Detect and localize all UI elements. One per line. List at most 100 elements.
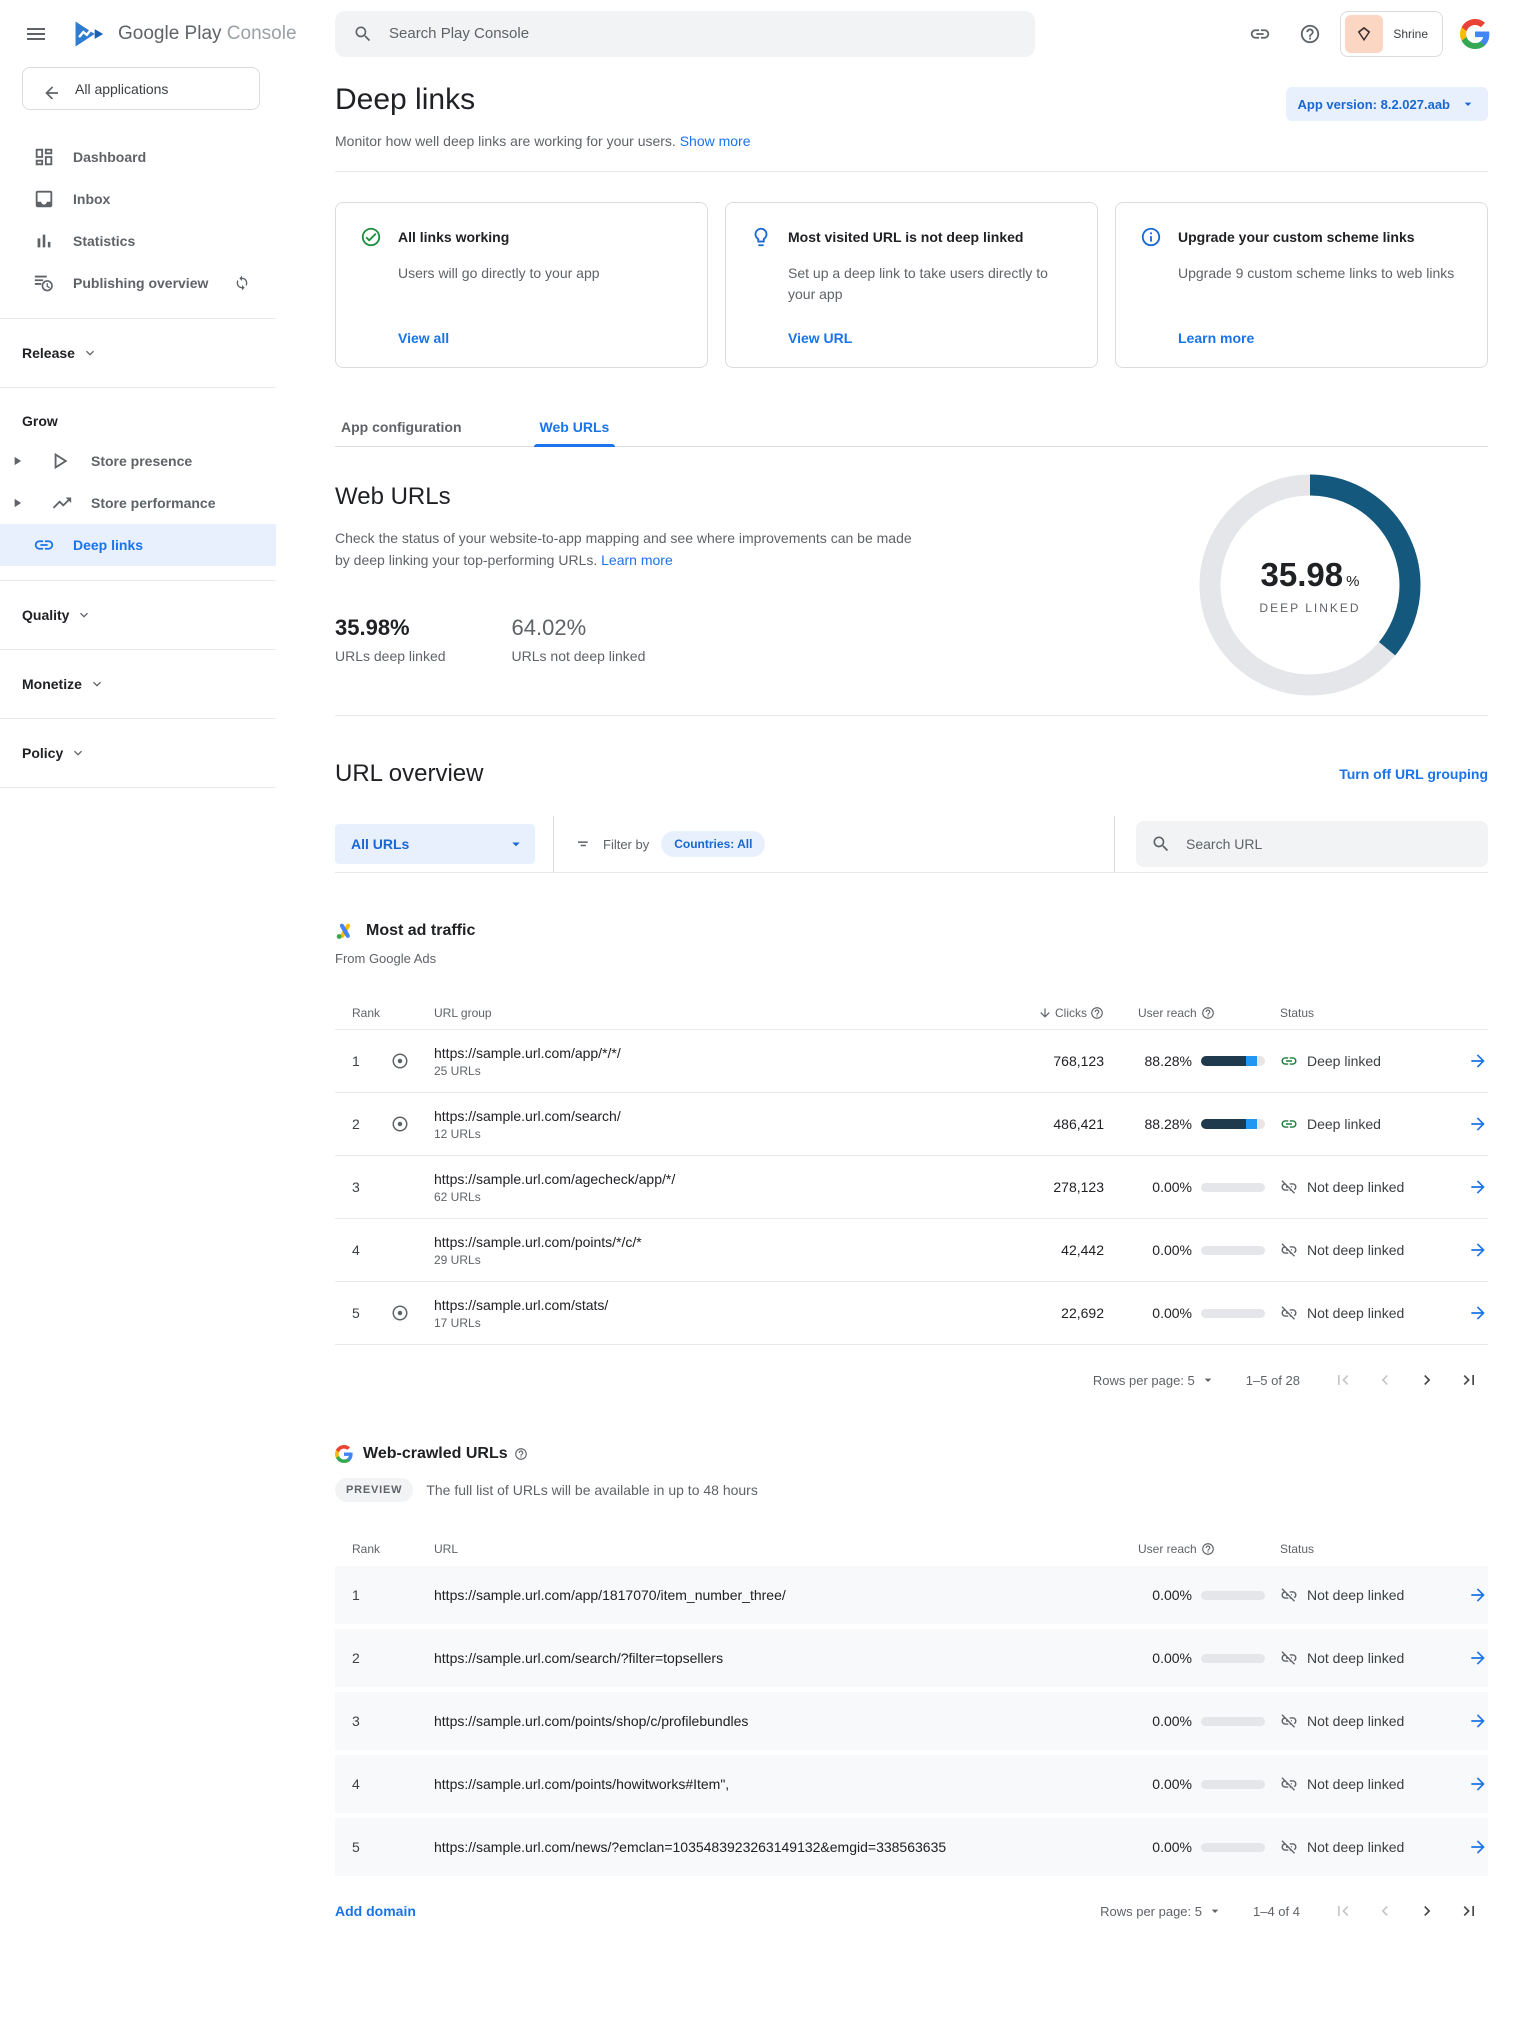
rows-per-page-dropdown[interactable]: Rows per page: 5 [1093, 1372, 1216, 1388]
status-badge: Not deep linked [1280, 1775, 1455, 1793]
back-arrow-icon [38, 79, 58, 99]
sidebar-item-store-presence[interactable]: Store presence [0, 440, 276, 482]
url-search[interactable] [1136, 821, 1488, 867]
clicks-value: 22,692 [1004, 1305, 1104, 1321]
learn-more-link[interactable]: Learn more [601, 552, 673, 568]
sidebar-item-store-performance[interactable]: Store performance [0, 482, 276, 524]
table-row[interactable]: 4 https://sample.url.com/points/howitwor… [335, 1755, 1488, 1813]
divider [0, 580, 276, 581]
status-badge: Not deep linked [1280, 1649, 1455, 1667]
open-row-button[interactable] [1468, 1114, 1488, 1134]
table-row[interactable]: 1 https://sample.url.com/app/*/*/ 25 URL… [335, 1030, 1488, 1093]
open-row-button[interactable] [1468, 1585, 1488, 1605]
all-applications-button[interactable]: All applications [22, 67, 260, 110]
rank: 5 [335, 1305, 391, 1321]
open-row-button[interactable] [1468, 1774, 1488, 1794]
help-icon[interactable] [1090, 1006, 1104, 1020]
table-row[interactable]: 3 https://sample.url.com/agecheck/app/*/… [335, 1156, 1488, 1219]
reach-value: 88.28% [1104, 1053, 1192, 1069]
google-account-avatar[interactable] [1457, 16, 1493, 52]
url: https://sample.url.com/news/?emclan=1035… [434, 1839, 1104, 1855]
first-page-icon[interactable] [1324, 1892, 1362, 1930]
countries-filter-chip[interactable]: Countries: All [661, 831, 765, 857]
filter-icon [575, 835, 593, 853]
column-clicks[interactable]: Clicks [1004, 1006, 1104, 1020]
turn-off-url-grouping-link[interactable]: Turn off URL grouping [1339, 766, 1488, 782]
statistics-icon [33, 230, 55, 252]
url-group: https://sample.url.com/agecheck/app/*/ [434, 1171, 1004, 1187]
app-logo[interactable]: Google Play Console [72, 17, 314, 51]
divider [0, 387, 276, 388]
previous-page-icon[interactable] [1366, 1892, 1404, 1930]
learn-more-link[interactable]: Learn more [1178, 330, 1254, 346]
link-icon [1280, 1115, 1298, 1133]
open-row-button[interactable] [1468, 1303, 1488, 1323]
url-type-dropdown[interactable]: All URLs [335, 824, 535, 864]
sidebar-item-publishing-overview[interactable]: Publishing overview [0, 262, 276, 304]
sidebar-section-monetize[interactable]: Monetize [0, 664, 276, 704]
table-row[interactable]: 2 https://sample.url.com/search/?filter=… [335, 1629, 1488, 1687]
url-count: 29 URLs [434, 1253, 1004, 1267]
top-actions: Shrine [1240, 11, 1493, 57]
web-crawled-title: Web-crawled URLs [363, 1445, 508, 1463]
open-row-button[interactable] [1468, 1648, 1488, 1668]
sidebar-item-dashboard[interactable]: Dashboard [0, 136, 276, 178]
next-page-icon[interactable] [1408, 1361, 1446, 1399]
card-most-visited-url: Most visited URL is not deep linked Set … [725, 202, 1098, 368]
table-row[interactable]: 2 https://sample.url.com/search/ 12 URLs… [335, 1093, 1488, 1156]
url-group: https://sample.url.com/search/ [434, 1108, 1004, 1124]
last-page-icon[interactable] [1450, 1892, 1488, 1930]
menu-icon[interactable] [24, 22, 48, 46]
last-page-icon[interactable] [1450, 1361, 1488, 1399]
sidebar-item-inbox[interactable]: Inbox [0, 178, 276, 220]
tab-web-urls[interactable]: Web URLs [534, 408, 616, 446]
show-more-link[interactable]: Show more [680, 133, 751, 149]
search-input[interactable] [387, 24, 1017, 43]
dashboard-icon [33, 146, 55, 168]
card-body: Set up a deep link to take users directl… [788, 263, 1073, 305]
tab-app-configuration[interactable]: App configuration [335, 408, 468, 446]
status-badge: Not deep linked [1280, 1838, 1455, 1856]
link-off-icon [1280, 1649, 1298, 1667]
help-icon[interactable] [514, 1447, 528, 1461]
add-domain-link[interactable]: Add domain [335, 1903, 416, 1919]
sidebar-section-policy[interactable]: Policy [0, 733, 276, 773]
table-row[interactable]: 3 https://sample.url.com/points/shop/c/p… [335, 1692, 1488, 1750]
previous-page-icon[interactable] [1366, 1361, 1404, 1399]
view-url-link[interactable]: View URL [788, 330, 852, 346]
open-row-button[interactable] [1468, 1711, 1488, 1731]
open-row-button[interactable] [1468, 1177, 1488, 1197]
table-row[interactable]: 5 https://sample.url.com/stats/ 17 URLs … [335, 1282, 1488, 1345]
sidebar-section-release[interactable]: Release [0, 333, 276, 373]
sidebar-item-deep-links[interactable]: Deep links [0, 524, 276, 566]
table-row[interactable]: 1 https://sample.url.com/app/1817070/ite… [335, 1566, 1488, 1624]
filter-toolbar: All URLs Filter by Countries: All [335, 816, 1488, 873]
next-page-icon[interactable] [1408, 1892, 1446, 1930]
play-console-icon [72, 17, 106, 51]
first-page-icon[interactable] [1324, 1361, 1362, 1399]
dropdown-arrow-icon [507, 835, 525, 853]
reach-bar [1201, 1246, 1265, 1255]
global-search[interactable] [335, 11, 1035, 57]
table-row[interactable]: 5 https://sample.url.com/news/?emclan=10… [335, 1818, 1488, 1876]
column-url: URL [434, 1542, 1104, 1556]
link-shortcut-icon[interactable] [1240, 14, 1280, 54]
preview-note: The full list of URLs will be available … [426, 1482, 758, 1498]
rows-per-page-dropdown[interactable]: Rows per page: 5 [1100, 1903, 1223, 1919]
ad-traffic-subtitle: From Google Ads [335, 951, 1488, 966]
app-version-dropdown[interactable]: App version: 8.2.027.aab [1286, 87, 1488, 121]
account-chip[interactable]: Shrine [1340, 11, 1443, 57]
open-row-button[interactable] [1468, 1837, 1488, 1857]
table-row[interactable]: 4 https://sample.url.com/points/*/c/* 29… [335, 1219, 1488, 1282]
url-search-input[interactable] [1184, 835, 1473, 853]
view-all-link[interactable]: View all [398, 330, 449, 346]
open-row-button[interactable] [1468, 1240, 1488, 1260]
status-badge: Deep linked [1280, 1052, 1455, 1070]
sidebar-section-quality[interactable]: Quality [0, 595, 276, 635]
reach-bar [1201, 1183, 1265, 1192]
help-icon[interactable] [1290, 14, 1330, 54]
open-row-button[interactable] [1468, 1051, 1488, 1071]
sidebar-item-statistics[interactable]: Statistics [0, 220, 276, 262]
help-icon[interactable] [1201, 1006, 1215, 1020]
help-icon[interactable] [1201, 1542, 1215, 1556]
